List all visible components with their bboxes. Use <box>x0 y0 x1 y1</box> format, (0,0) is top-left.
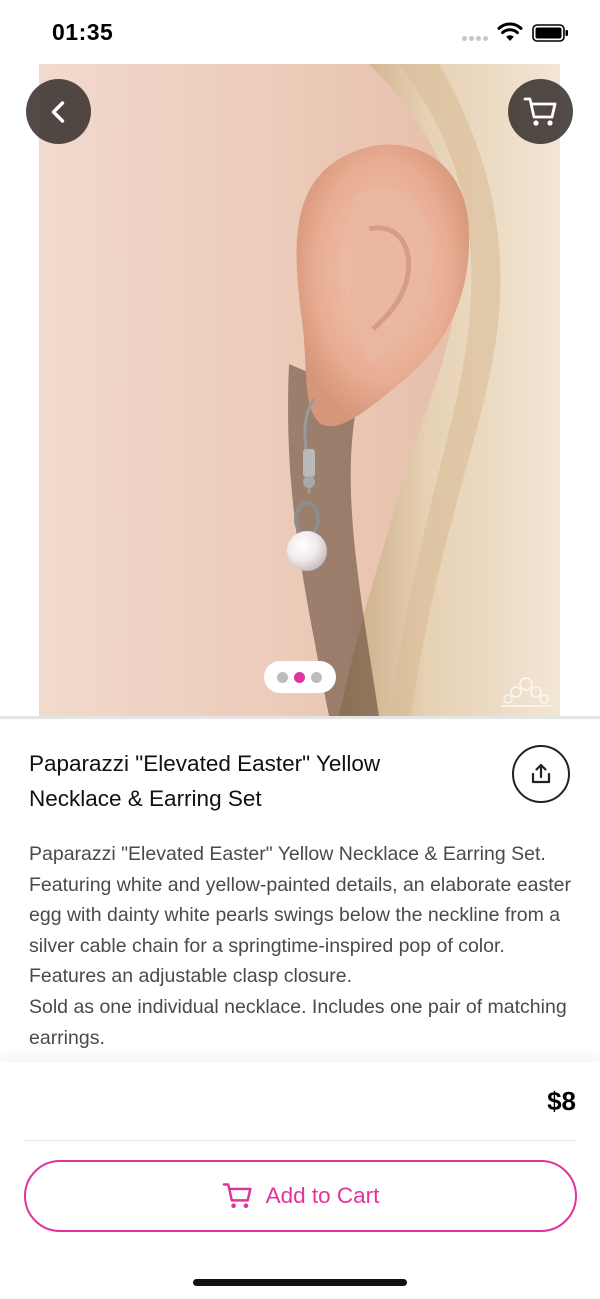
product-description: Paparazzi "Elevated Easter" Yellow Neckl… <box>29 843 572 1049</box>
pager-dot-active[interactable] <box>294 672 305 683</box>
chevron-left-icon <box>51 100 64 123</box>
pager-dot[interactable] <box>277 672 288 683</box>
wifi-icon <box>497 22 523 41</box>
cart-button[interactable] <box>508 79 573 144</box>
share-upload-icon <box>531 763 551 784</box>
image-divider <box>0 716 600 719</box>
product-photo <box>39 64 560 716</box>
home-indicator[interactable] <box>193 1279 407 1286</box>
battery-icon <box>532 24 568 42</box>
brand-watermark-logo <box>501 677 551 707</box>
footer-divider <box>24 1140 576 1141</box>
share-button[interactable] <box>512 745 570 803</box>
back-button[interactable] <box>26 79 91 144</box>
product-title-line: Paparazzi "Elevated Easter" Yellow <box>29 751 381 776</box>
product-image[interactable] <box>39 64 560 716</box>
product-price: $8 <box>547 1086 576 1116</box>
product-title: Paparazzi "Elevated Easter" Yellow Neckl… <box>29 746 469 816</box>
cart-icon <box>222 1183 252 1208</box>
cart-icon <box>523 97 556 126</box>
status-time: 01:35 <box>52 19 114 45</box>
status-bar: 01:35 <box>0 0 600 64</box>
pager-dot[interactable] <box>311 672 322 683</box>
product-title-line: Necklace & Earring Set <box>29 786 262 811</box>
cellular-signal-icon <box>462 36 490 41</box>
image-pager <box>264 661 336 693</box>
add-to-cart-label: Add to Cart <box>265 1183 380 1208</box>
add-to-cart-button[interactable]: Add to Cart <box>24 1160 577 1232</box>
